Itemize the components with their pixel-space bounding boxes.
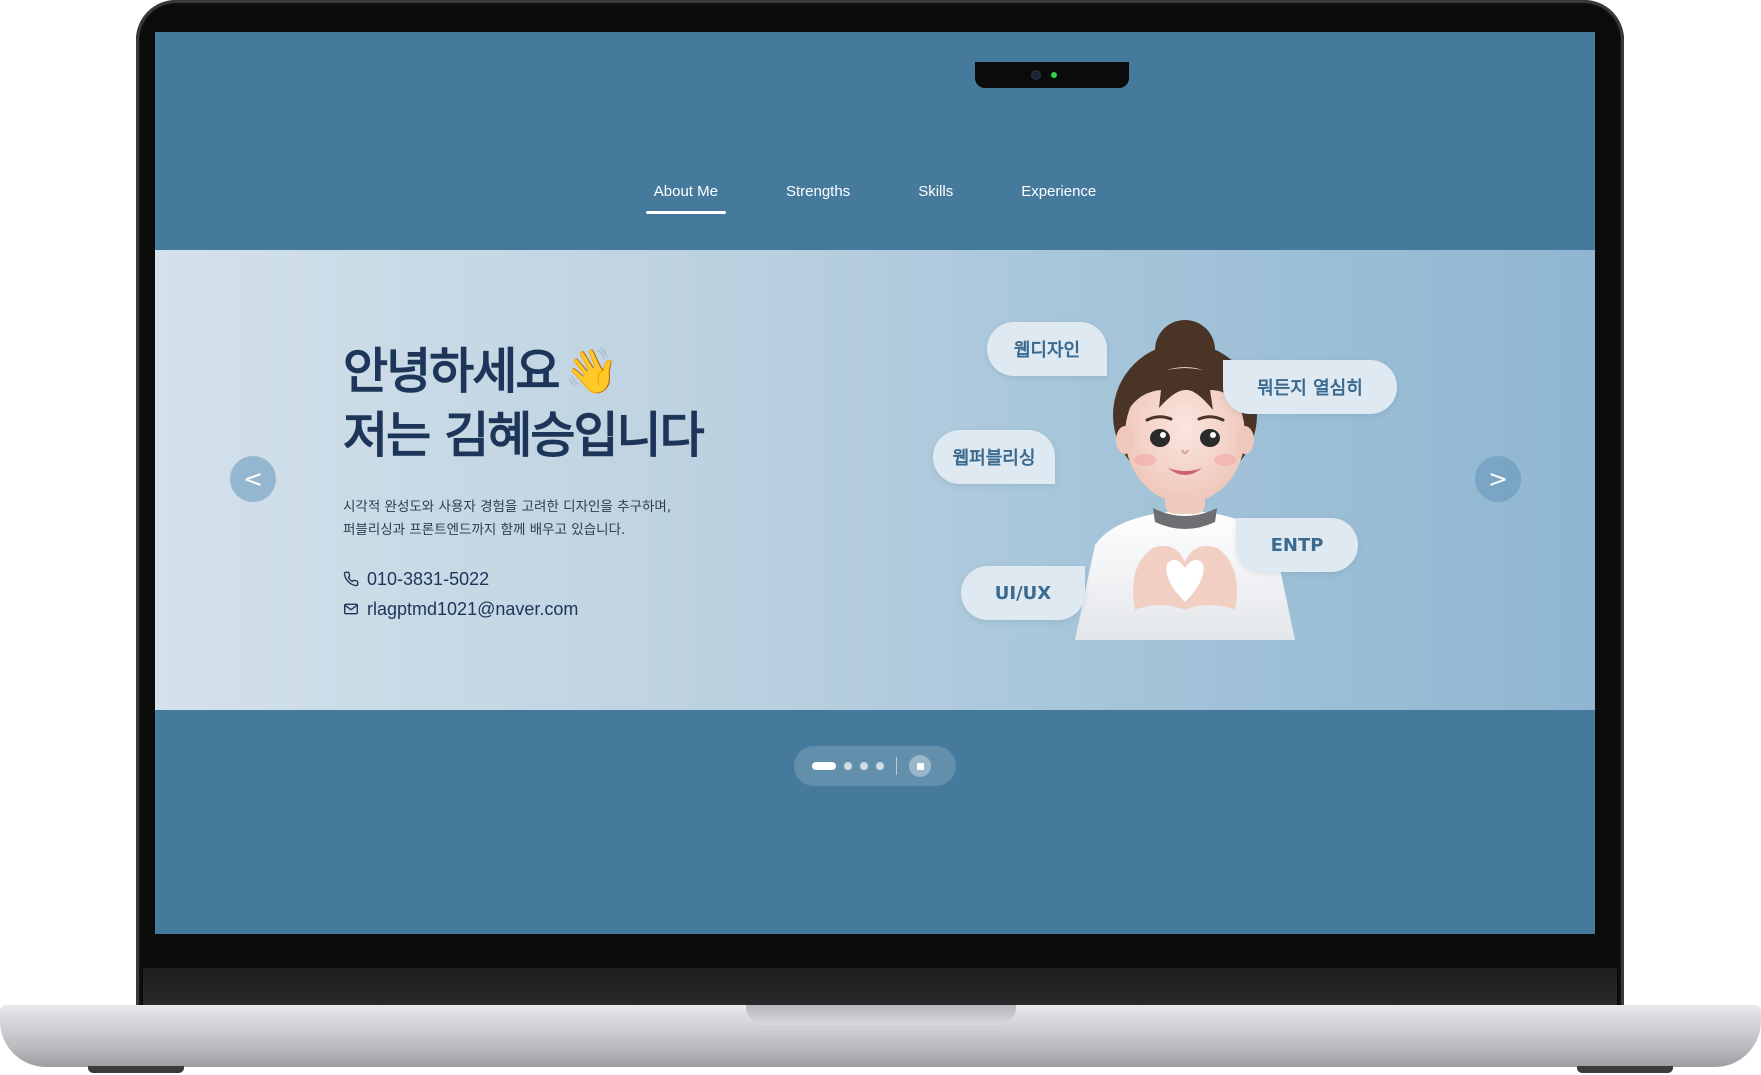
pagination-divider <box>896 757 897 775</box>
description-line-1: 시각적 완성도와 사용자 경험을 고려한 디자인을 추구하며, <box>343 499 672 515</box>
greeting-line-2: 저는 김혜승입니다 <box>343 407 705 464</box>
nav-skills[interactable]: Skills <box>884 182 987 214</box>
email-address[interactable]: rlagptmd1021@naver.com <box>367 599 578 620</box>
nav-experience[interactable]: Experience <box>987 182 1130 214</box>
autoplay-stop-button[interactable] <box>909 755 931 777</box>
waving-hand-icon: 👋 <box>564 346 619 397</box>
hero-slide: < > 안녕하세요 👋 저는 김혜승입니다 시각적 완성도와 사용자 경험을 고려… <box>155 250 1595 710</box>
pagination-dot-2[interactable] <box>844 762 852 770</box>
phone-contact: 010-3831-5022 <box>343 566 703 592</box>
pagination-dot-4[interactable] <box>876 762 884 770</box>
email-contact: rlagptmd1021@naver.com <box>343 596 703 622</box>
laptop-chin <box>143 968 1617 1006</box>
intro-description: 시각적 완성도와 사용자 경험을 고려한 디자인을 추구하며, 퍼블리싱과 프론… <box>343 496 671 542</box>
prev-slide-button[interactable]: < <box>230 456 276 502</box>
slide-pagination <box>794 746 956 786</box>
camera-notch <box>975 62 1129 88</box>
next-slide-button[interactable]: > <box>1475 456 1521 502</box>
browser-screen: About Me Strengths Skills Experience < >… <box>155 32 1595 934</box>
tag-web-design: 웹디자인 <box>987 322 1107 376</box>
camera-icon <box>1031 70 1041 80</box>
phone-icon <box>343 571 359 587</box>
pagination-dot-1[interactable] <box>812 762 836 770</box>
laptop-foot-right <box>1577 1066 1673 1073</box>
laptop-opening-notch <box>746 1005 1016 1025</box>
laptop-foot-left <box>88 1066 184 1073</box>
nav-about-me[interactable]: About Me <box>620 182 752 214</box>
tag-hardworking: 뭐든지 열심히 <box>1223 360 1397 414</box>
tag-entp: ENTP <box>1236 518 1358 572</box>
pagination-dot-3[interactable] <box>860 762 868 770</box>
phone-number[interactable]: 010-3831-5022 <box>367 569 489 590</box>
nav-strengths[interactable]: Strengths <box>752 182 884 214</box>
hero-title: 안녕하세요 👋 저는 김혜승입니다 <box>343 340 705 468</box>
mail-icon <box>344 603 358 615</box>
description-line-2: 퍼블리싱과 프론트엔드까지 함께 배우고 있습니다. <box>343 522 626 538</box>
main-nav: About Me Strengths Skills Experience <box>155 182 1595 222</box>
tag-web-publishing: 웹퍼블리싱 <box>933 430 1055 484</box>
greeting-line-1: 안녕하세요 <box>343 343 560 400</box>
tag-ui-ux: UI/UX <box>961 566 1085 620</box>
camera-indicator-light <box>1051 72 1057 78</box>
stop-icon <box>916 762 924 770</box>
